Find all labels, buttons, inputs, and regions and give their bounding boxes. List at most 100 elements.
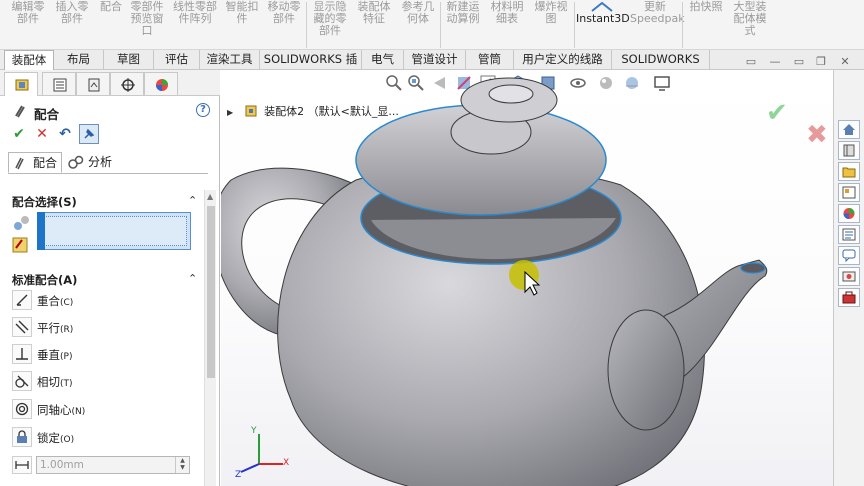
mate-button[interactable]: 配合	[96, 0, 126, 49]
move-component-button[interactable]: 移动零 部件	[264, 0, 304, 49]
component-preview-label: 零部件 预览窗 口	[130, 0, 164, 37]
tab-tubing[interactable]: 管筒	[466, 50, 514, 70]
coordinate-triad	[240, 434, 283, 473]
distance-stepper[interactable]: ▲ ▼	[175, 457, 189, 473]
restore-down-icon[interactable]: ❐	[814, 56, 828, 68]
concentric-text: 同轴心	[37, 403, 72, 417]
task-pane-tabs	[833, 70, 864, 486]
restore-icon[interactable]: ▭	[792, 56, 806, 68]
collapse-icon[interactable]: —	[768, 56, 782, 68]
task-design-library-button[interactable]	[838, 141, 860, 160]
instant3d-button[interactable]: Instant3D	[576, 0, 630, 49]
tab-piping[interactable]: 管道设计	[404, 50, 466, 70]
perpendicular-key: (P)	[60, 352, 73, 362]
task-appearances-button[interactable]	[838, 204, 860, 223]
linear-pattern-label: 线性零部 件阵列	[173, 0, 217, 25]
tab-configuration-manager[interactable]	[76, 72, 110, 95]
collapse-caret-icon[interactable]: ⌃	[188, 194, 197, 207]
speedpak-label: 更新 Speedpak	[630, 0, 685, 25]
close-icon[interactable]: ✕	[838, 56, 852, 68]
coincident-text: 重合	[37, 294, 60, 308]
mate-parallel-label: 平行(R)	[37, 320, 73, 336]
tab-solidworks-mbd[interactable]: SOLIDWORKS MBD	[612, 50, 710, 85]
mate-icon	[15, 105, 25, 118]
resources-icon	[842, 271, 856, 282]
appearances-icon	[843, 208, 855, 219]
show-hidden-components-button[interactable]: 显示隐 藏的零 部件	[310, 0, 350, 49]
smart-fastener-button[interactable]: 智能扣 件	[222, 0, 262, 49]
tab-solidworks-addins[interactable]: SOLIDWORKS 插件	[260, 50, 362, 85]
perpendicular-text: 垂直	[37, 348, 60, 362]
task-toolbox-button[interactable]	[838, 288, 860, 307]
distance-input[interactable]: 1.00mm	[36, 456, 190, 474]
edit-component-button[interactable]: 编辑零 部件	[8, 0, 48, 49]
gears-icon	[68, 155, 84, 169]
tab-analysis[interactable]: 分析	[64, 152, 122, 173]
coincident-key: (C)	[60, 298, 74, 308]
axis-z-label: Z	[235, 470, 242, 480]
pushpin-icon	[84, 128, 95, 139]
tab-sketch[interactable]: 草图	[104, 50, 154, 70]
reference-geometry-button[interactable]: 参考几 何体	[398, 0, 438, 49]
tab-property-manager[interactable]	[42, 72, 76, 95]
ok-button[interactable]: ✔	[9, 124, 29, 144]
new-motion-study-button[interactable]: 新建运 动算例	[443, 0, 483, 49]
edit-component-label: 编辑零 部件	[11, 0, 45, 25]
command-ribbon: 编辑零 部件 插入零 部件 配合 零部件 预览窗 口 线性零部 件阵列 智能扣 …	[0, 0, 864, 50]
scroll-thumb[interactable]	[207, 206, 215, 378]
exploded-view-button[interactable]: 爆炸视 图	[531, 0, 571, 49]
multi-mate-icon	[12, 237, 28, 253]
tab-feature-manager[interactable]	[4, 72, 38, 96]
assembly-features-button[interactable]: 装配体 特征	[354, 0, 394, 49]
assembly-features-label: 装配体 特征	[357, 0, 391, 25]
task-view-palette-button[interactable]	[838, 183, 860, 202]
task-file-explorer-button[interactable]	[838, 162, 860, 181]
distance-icon[interactable]	[12, 456, 32, 474]
property-manager-scrollbar[interactable]: ▲	[204, 190, 216, 486]
assembly-tree-icon	[15, 79, 29, 91]
tab-render-tools[interactable]: 渲染工具	[200, 50, 260, 70]
pin-button[interactable]	[79, 124, 99, 144]
smart-fastener-label: 智能扣 件	[225, 0, 259, 25]
ribbon-separator	[682, 2, 683, 48]
mate-coincident-label: 重合(C)	[37, 293, 73, 309]
task-home-button[interactable]	[838, 120, 860, 139]
collapse-caret-icon[interactable]: ⌃	[188, 272, 197, 285]
mate-selections-list[interactable]	[37, 212, 191, 250]
property-manager: 配合 ? ✔ ✕ ↶ 配合 分析 ▲ 配合选择(S) ⌃ 标准配合(A) ⌃ 重…	[0, 70, 220, 486]
toolbox-icon	[842, 291, 856, 304]
tab-display-manager[interactable]	[144, 72, 178, 95]
new-motion-study-label: 新建运 动算例	[446, 0, 480, 25]
manager-tabs	[0, 70, 220, 96]
tab-mates[interactable]: 配合	[8, 152, 62, 173]
update-speedpak-button[interactable]: 更新 Speedpak	[630, 0, 685, 49]
bom-button[interactable]: 材料明 细表	[487, 0, 527, 49]
tab-electrical[interactable]: 电气	[362, 50, 404, 70]
component-preview-button[interactable]: 零部件 预览窗 口	[127, 0, 167, 49]
task-resources-button[interactable]	[838, 267, 860, 286]
mate-lock-label: 锁定(O)	[37, 430, 74, 446]
task-custom-properties-button[interactable]	[838, 225, 860, 244]
scroll-up-arrow-icon[interactable]: ▲	[207, 192, 213, 201]
tab-layout[interactable]: 布局	[54, 50, 104, 70]
undo-button[interactable]: ↶	[55, 124, 75, 144]
minimize-icon[interactable]: ▭	[744, 56, 758, 68]
tab-evaluate[interactable]: 评估	[154, 50, 200, 70]
teapot-model[interactable]	[221, 70, 833, 486]
divider	[8, 173, 208, 174]
tab-user-defined-routing[interactable]: 用户定义的线路	[514, 50, 612, 70]
selection-indicator	[37, 212, 45, 250]
graphics-area[interactable]: ▶ 装配体2 （默认<默认_显... ✔ ✖ Y X Z	[221, 70, 833, 486]
insert-component-button[interactable]: 插入零 部件	[52, 0, 92, 49]
help-icon[interactable]: ?	[196, 103, 210, 117]
cancel-button[interactable]: ✕	[32, 124, 52, 144]
parallel-key: (R)	[60, 325, 74, 335]
configuration-icon	[88, 78, 100, 92]
tab-dimxpert-manager[interactable]	[110, 72, 144, 95]
large-assembly-mode-button[interactable]: 大型装 配体模 式	[728, 0, 772, 49]
tab-assembly[interactable]: 装配体	[4, 50, 54, 71]
task-forum-button[interactable]	[838, 246, 860, 265]
linear-pattern-button[interactable]: 线性零部 件阵列	[170, 0, 220, 49]
mate-selections-title: 配合选择(S)	[12, 195, 77, 209]
snapshot-button[interactable]: 拍快照	[686, 0, 726, 49]
